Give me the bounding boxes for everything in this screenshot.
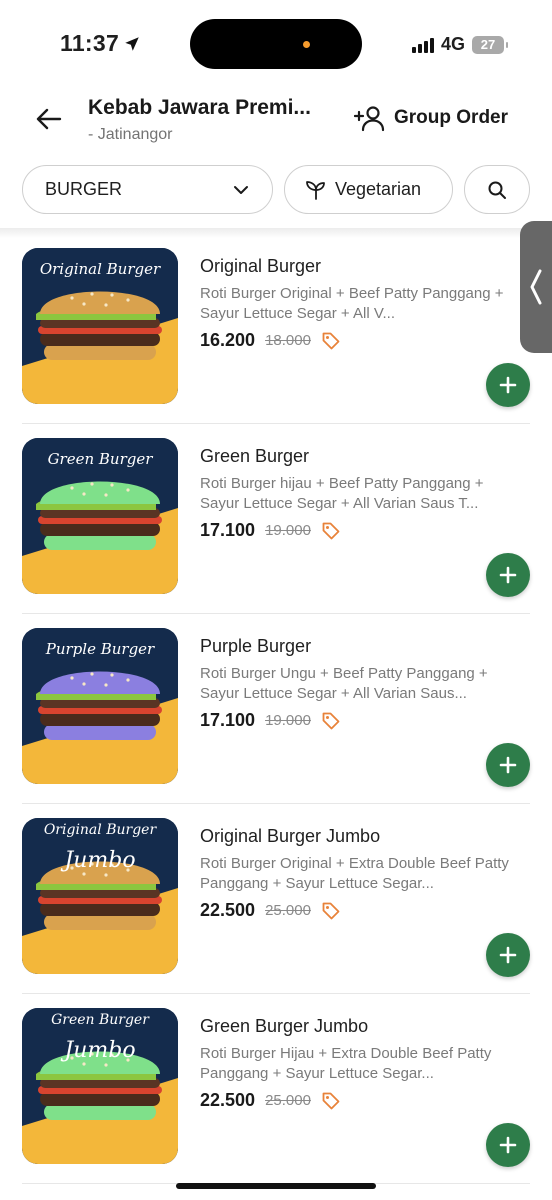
plus-icon bbox=[499, 566, 517, 584]
image-caption: Green Burger bbox=[51, 1012, 149, 1028]
menu-item[interactable]: Green Burger Green Burger Roti Burger hi… bbox=[22, 424, 530, 614]
signal-icon bbox=[411, 37, 434, 53]
menu-item-image: Green Burger bbox=[22, 438, 178, 594]
status-indicators: 4G 27 bbox=[411, 34, 508, 55]
status-bar: 11:37 4G 27 bbox=[0, 0, 552, 86]
side-drawer-handle[interactable] bbox=[520, 221, 552, 353]
image-caption-jumbo: Jumbo bbox=[64, 848, 136, 873]
add-to-cart-button[interactable] bbox=[486, 933, 530, 977]
vegetarian-label: Vegetarian bbox=[335, 179, 422, 199]
dynamic-island bbox=[190, 19, 362, 69]
store-header: Kebab Jawara Premi... - Jatinangor Group… bbox=[0, 86, 552, 156]
menu-item-image: Purple Burger bbox=[22, 628, 178, 784]
plus-icon bbox=[499, 946, 517, 964]
menu-item-name: Original Burger bbox=[200, 256, 322, 276]
home-indicator bbox=[176, 1183, 376, 1189]
image-caption-jumbo: Jumbo bbox=[64, 1038, 136, 1063]
menu-item-image: Original Burger Jumbo bbox=[22, 818, 178, 974]
category-value: BURGER bbox=[45, 179, 123, 199]
discount-tag-icon bbox=[322, 522, 340, 539]
chevron-left-icon bbox=[530, 269, 542, 305]
chevron-down-icon bbox=[234, 185, 248, 194]
add-to-cart-button[interactable] bbox=[486, 553, 530, 597]
menu-item-price: 22.500 bbox=[200, 900, 256, 920]
price-row: 16.200 18.000 bbox=[200, 330, 341, 351]
discount-tag-icon bbox=[322, 712, 340, 729]
add-to-cart-button[interactable] bbox=[486, 743, 530, 787]
menu-item-description: Roti Burger Ungu + Beef Patty Panggang +… bbox=[200, 665, 488, 702]
menu-item-name: Original Burger Jumbo bbox=[200, 826, 381, 846]
add-to-cart-button[interactable] bbox=[486, 1123, 530, 1167]
discount-tag-icon bbox=[322, 902, 340, 919]
group-add-icon bbox=[354, 106, 385, 132]
menu-item-name: Green Burger bbox=[200, 446, 310, 466]
burger-illustration bbox=[22, 1008, 178, 1164]
price-row: 17.100 19.000 bbox=[200, 710, 341, 731]
store-name: Kebab Jawara Premi... bbox=[88, 96, 311, 119]
menu-list: Original Burger Original Burger Roti Bur… bbox=[0, 234, 552, 1184]
menu-item-original-price: 19.000 bbox=[265, 712, 311, 729]
price-row: 22.500 25.000 bbox=[200, 900, 341, 921]
battery-icon: 27 bbox=[472, 35, 508, 54]
price-row: 17.100 19.000 bbox=[200, 520, 341, 541]
add-to-cart-button[interactable] bbox=[486, 363, 530, 407]
group-order-button[interactable]: Group Order bbox=[354, 104, 508, 132]
menu-item-description: Roti Burger hijau + Beef Patty Panggang … bbox=[200, 475, 484, 512]
menu-item-price: 17.100 bbox=[200, 520, 256, 540]
menu-item-name: Green Burger Jumbo bbox=[200, 1016, 369, 1036]
menu-item-description: Roti Burger Original + Extra Double Beef… bbox=[200, 855, 509, 892]
menu-item-image: Original Burger bbox=[22, 248, 178, 404]
menu-item-description: Roti Burger Hijau + Extra Double Beef Pa… bbox=[200, 1045, 492, 1082]
menu-item[interactable]: Original Burger Original Burger Roti Bur… bbox=[22, 234, 530, 424]
vegetarian-filter-chip[interactable]: Vegetarian bbox=[284, 165, 453, 214]
plus-icon bbox=[499, 376, 517, 394]
menu-item-original-price: 25.000 bbox=[265, 1092, 311, 1109]
group-order-label: Group Order bbox=[394, 107, 509, 128]
location-arrow-icon bbox=[125, 36, 139, 51]
category-dropdown[interactable]: BURGER bbox=[22, 165, 273, 214]
image-caption: Original Burger bbox=[43, 822, 157, 838]
menu-item-original-price: 25.000 bbox=[265, 902, 311, 919]
menu-item-price: 22.500 bbox=[200, 1090, 256, 1110]
menu-item[interactable]: Original Burger Jumbo Original Burger Ju… bbox=[22, 804, 530, 994]
menu-item-image: Green Burger Jumbo bbox=[22, 1008, 178, 1164]
menu-item-original-price: 19.000 bbox=[265, 522, 311, 539]
discount-tag-icon bbox=[322, 1092, 340, 1109]
store-branch: - Jatinangor bbox=[88, 126, 173, 143]
image-caption: Green Burger bbox=[47, 450, 153, 468]
search-icon bbox=[488, 181, 506, 199]
sprout-icon bbox=[306, 180, 325, 200]
image-caption: Purple Burger bbox=[45, 640, 155, 658]
burger-illustration bbox=[22, 818, 178, 974]
price-row: 22.500 25.000 bbox=[200, 1090, 341, 1111]
status-time: 11:37 bbox=[60, 30, 141, 57]
menu-item-price: 16.200 bbox=[200, 330, 256, 350]
discount-tag-icon bbox=[322, 332, 340, 349]
search-button[interactable] bbox=[464, 165, 530, 214]
menu-item[interactable]: Purple Burger Purple Burger Roti Burger … bbox=[22, 614, 530, 804]
image-caption: Original Burger bbox=[39, 260, 161, 278]
menu-item-original-price: 18.000 bbox=[265, 332, 311, 349]
back-arrow-icon[interactable] bbox=[34, 104, 64, 134]
menu-item-description: Roti Burger Original + Beef Patty Pangga… bbox=[200, 285, 504, 322]
plus-icon bbox=[499, 756, 517, 774]
plus-icon bbox=[499, 1136, 517, 1154]
menu-item-price: 17.100 bbox=[200, 710, 256, 730]
menu-item-name: Purple Burger bbox=[200, 636, 312, 656]
filter-bar: BURGER Vegetarian bbox=[0, 165, 552, 215]
status-time-text: 11:37 bbox=[60, 30, 120, 56]
network-type: 4G bbox=[440, 34, 465, 54]
menu-item[interactable]: Green Burger Jumbo Green Burger Jumbo Ro… bbox=[22, 994, 530, 1184]
recording-dot bbox=[303, 41, 310, 48]
